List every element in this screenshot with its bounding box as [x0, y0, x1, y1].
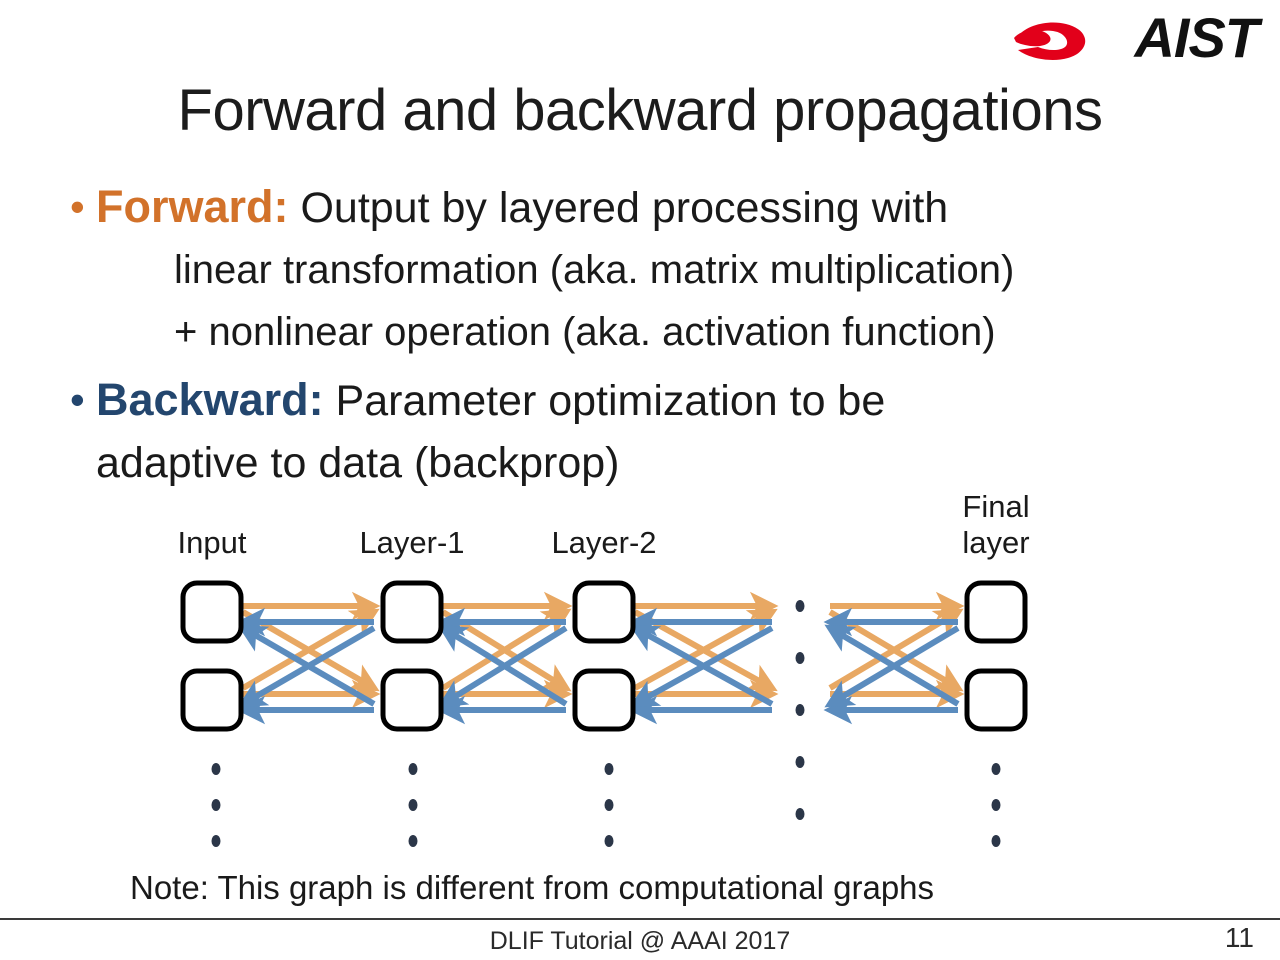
- ellipsis-dot: [991, 799, 1001, 811]
- node-final-1: [964, 580, 1028, 644]
- footer-divider: [0, 918, 1280, 920]
- bullet-backward-rest: Parameter optimization to be: [323, 377, 886, 425]
- ellipsis-dot: [211, 835, 221, 847]
- ellipsis-dot: [991, 763, 1001, 775]
- ellipsis-dot: [795, 808, 805, 820]
- diagram-label-layer-1: Layer-1: [359, 525, 465, 560]
- ellipsis-dot: [211, 763, 221, 775]
- node-input-1: [180, 580, 244, 644]
- bullet-forward-text: Forward: Output by layered processing wi…: [96, 176, 948, 239]
- ellipsis-dot: [408, 835, 418, 847]
- bullet-marker-icon: •: [70, 376, 85, 423]
- bullet-backward-text: Backward: Parameter optimization to be: [96, 369, 885, 432]
- node-layer1-1: [380, 580, 444, 644]
- bullet-forward-subline-1: linear transformation (aka. matrix multi…: [174, 248, 1015, 292]
- aist-logo-text: AIST: [1134, 6, 1259, 69]
- ellipsis-dot: [795, 652, 805, 664]
- diagram-label-input: Input: [177, 525, 247, 560]
- node-input-2: [180, 668, 244, 732]
- diagram-note: Note: This graph is different from compu…: [130, 869, 935, 906]
- ellipsis-dot: [211, 799, 221, 811]
- diagram-label-final-layer-line2: layer: [962, 525, 1030, 560]
- aist-logo: AIST: [1012, 6, 1259, 70]
- bullet-backward-lead: Backward:: [96, 374, 324, 425]
- ellipsis-dot: [795, 704, 805, 716]
- diagram-label-layer-2: Layer-2: [551, 525, 657, 560]
- ellipsis-dot: [604, 835, 614, 847]
- ellipsis-dot: [408, 763, 418, 775]
- aist-logo-mark-icon: [1014, 22, 1086, 60]
- ellipsis-dot: [408, 799, 418, 811]
- bullet-forward-main: • Forward: Output by layered processing …: [62, 176, 1232, 239]
- bullet-backward: • Backward: Parameter optimization to be…: [62, 369, 1232, 494]
- ellipsis-dot: [604, 799, 614, 811]
- diagram-label-final-layer-line1: Final: [962, 489, 1030, 524]
- bullet-forward-lead: Forward:: [96, 181, 289, 232]
- bullet-forward-subline-2: + nonlinear operation (aka. activation f…: [174, 310, 996, 354]
- slide-body: • Forward: Output by layered processing …: [62, 176, 1232, 494]
- bullet-marker-icon: •: [70, 183, 85, 230]
- bullet-forward: • Forward: Output by layered processing …: [62, 176, 1232, 363]
- node-layer1-2: [380, 668, 444, 732]
- node-layer2-1: [572, 580, 636, 644]
- bullet-backward-main: • Backward: Parameter optimization to be: [62, 369, 1232, 432]
- node-final-2: [964, 668, 1028, 732]
- page-title: Forward and backward propagations: [177, 78, 1103, 143]
- page-number: 11: [1224, 922, 1254, 953]
- ellipsis-dot: [795, 756, 805, 768]
- footer-title: DLIF Tutorial @ AAAI 2017: [489, 927, 791, 955]
- network-diagram: Input Layer-1 Layer-2 Final layer: [0, 482, 1280, 882]
- node-layer2-2: [572, 668, 636, 732]
- ellipsis-dot: [604, 763, 614, 775]
- bullet-forward-rest: Output by layered processing with: [288, 184, 949, 232]
- ellipsis-dot: [991, 835, 1001, 847]
- ellipsis-dot: [795, 600, 805, 612]
